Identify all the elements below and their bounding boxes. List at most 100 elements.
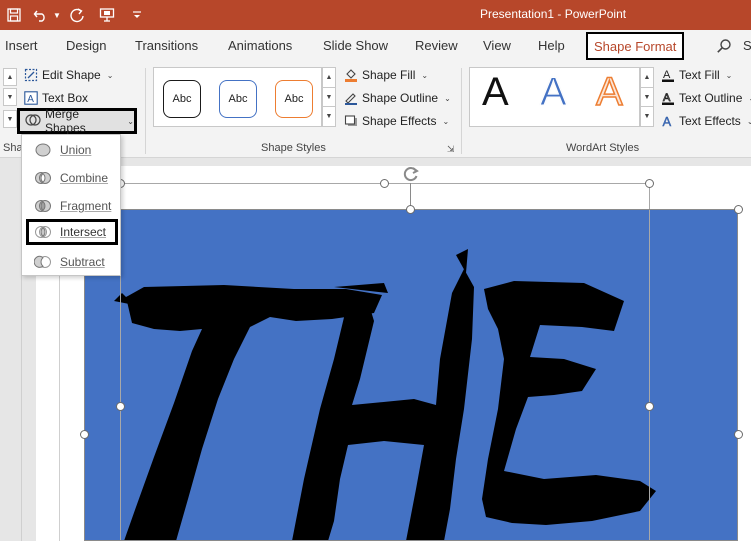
rotate-handle-icon[interactable] (401, 164, 421, 187)
merge-shapes-label: Merge Shapes (45, 107, 86, 135)
present-icon[interactable] (98, 5, 116, 25)
tab-insert[interactable]: Insert (5, 38, 38, 53)
menu-item-combine[interactable]: Combine (26, 165, 118, 191)
wordart-more[interactable]: ▼ (641, 107, 653, 126)
undo-icon[interactable] (32, 5, 50, 25)
paint-bucket-icon (344, 68, 358, 82)
edit-shape-button[interactable]: Edit Shape ⌄ (24, 68, 113, 82)
subtract-icon (34, 255, 51, 268)
tab-shape-format[interactable]: Shape Format (586, 32, 685, 60)
shape-effects-label: Shape Effects (362, 114, 437, 128)
chevron-down-icon: ⌄ (421, 70, 429, 80)
resize-handle-e[interactable] (645, 402, 654, 411)
resize-handle-w[interactable] (116, 402, 125, 411)
wordart-scroll-up[interactable]: ▲ (641, 68, 653, 88)
wordart-style-3[interactable]: A (595, 71, 623, 113)
shape-fill-label: Shape Fill (362, 68, 416, 82)
text-effects-button[interactable]: A Text Effects ⌄ (661, 114, 751, 128)
tab-animations[interactable]: Animations (228, 38, 292, 53)
svg-text:A: A (663, 69, 671, 81)
intersect-icon (35, 226, 51, 238)
edit-shape-icon (24, 68, 38, 82)
text-effects-label: Text Effects (679, 114, 741, 128)
insert-shapes-group-label: Sha (3, 142, 23, 154)
text-outline-button[interactable]: A Text Outline ⌄ (661, 91, 751, 105)
shape-fill-button[interactable]: Shape Fill ⌄ (344, 68, 428, 82)
text-outline-icon: A (661, 91, 675, 105)
shape-style-swatch-3[interactable]: Abc (275, 80, 313, 118)
union-icon (35, 143, 51, 157)
shape-style-swatch-2[interactable]: Abc (219, 80, 257, 118)
shape-styles-scroll-down[interactable]: ▼ (323, 88, 335, 108)
shape-styles-group-label: Shape Styles (261, 142, 326, 154)
shape-styles-scroll-up[interactable]: ▲ (323, 68, 335, 88)
tab-view[interactable]: View (483, 38, 511, 53)
shape-effects-icon (344, 114, 358, 128)
shape-effects-button[interactable]: Shape Effects ⌄ (344, 114, 449, 128)
tab-review[interactable]: Review (415, 38, 458, 53)
text-outline-label: Text Outline (679, 91, 743, 105)
shapes-gallery-more[interactable]: ▼ (3, 110, 17, 128)
wordart-styles-group-label: WordArt Styles (566, 142, 640, 154)
dialog-launcher-icon[interactable]: ⇲ (447, 144, 455, 155)
text-fill-button[interactable]: A Text Fill ⌄ (661, 68, 732, 82)
menu-item-intersect[interactable]: Intersect (26, 219, 118, 245)
merge-shapes-menu: Union Combine Fragment Intersect Subtrac… (21, 134, 121, 276)
wordart-styles-gallery: A A A (469, 67, 640, 127)
window-title: Presentation1 - PowerPoint (480, 7, 627, 21)
chevron-down-icon: ⌄ (127, 116, 134, 126)
resize-handle-n-image[interactable] (406, 205, 415, 214)
text-fill-label: Text Fill (679, 68, 720, 82)
customize-qat-icon[interactable] (130, 5, 144, 25)
image-selection-box (84, 209, 738, 541)
text-fill-icon: A (661, 68, 675, 82)
svg-text:A: A (27, 94, 34, 105)
resize-handle-w-image[interactable] (80, 430, 89, 439)
search-icon[interactable] (716, 38, 732, 57)
text-effects-icon: A (661, 114, 675, 128)
resize-handle-ne[interactable] (645, 179, 654, 188)
combine-icon (35, 172, 51, 184)
shape-styles-gallery-scroll: ▲ ▼ ▼ (322, 67, 336, 127)
menu-item-subtract[interactable]: Subtract (26, 249, 118, 275)
wordart-scroll-down[interactable]: ▼ (641, 88, 653, 108)
group-separator (145, 68, 146, 154)
tab-slide-show[interactable]: Slide Show (323, 38, 388, 53)
tab-design[interactable]: Design (66, 38, 106, 53)
text-box-icon: A (24, 91, 38, 105)
svg-text:A: A (663, 114, 672, 128)
menu-item-union[interactable]: Union (26, 137, 118, 163)
merge-shapes-icon (25, 113, 41, 130)
tab-transitions[interactable]: Transitions (135, 38, 198, 53)
edit-shape-label: Edit Shape (42, 68, 101, 82)
fragment-icon (35, 200, 51, 212)
tab-overflow[interactable]: S (743, 38, 751, 53)
text-box-button[interactable]: A Text Box (24, 91, 88, 105)
text-box-label: Text Box (42, 91, 89, 105)
pencil-icon (344, 91, 358, 105)
thumbnail-pane[interactable] (0, 158, 22, 541)
group-separator (461, 68, 462, 154)
shapes-gallery-scroll-up[interactable]: ▲ (3, 68, 17, 86)
save-icon[interactable] (6, 5, 22, 25)
svg-text:A: A (663, 92, 671, 104)
menu-item-fragment[interactable]: Fragment (26, 193, 118, 219)
undo-dropdown-icon[interactable]: ▼ (52, 5, 62, 25)
shape-styles-more[interactable]: ▼ (323, 107, 335, 126)
wordart-style-1[interactable]: A (482, 72, 509, 112)
chevron-down-icon: ⌄ (444, 93, 451, 103)
redo-icon[interactable] (68, 5, 86, 25)
tab-help[interactable]: Help (538, 38, 565, 53)
shape-styles-gallery: Abc Abc Abc (153, 67, 322, 127)
shapes-gallery-scroll-down[interactable]: ▼ (3, 88, 17, 106)
chevron-down-icon: ⌄ (106, 70, 114, 80)
chevron-down-icon: ⌄ (725, 70, 733, 80)
shape-style-swatch-1[interactable]: Abc (163, 80, 201, 118)
shape-outline-button[interactable]: Shape Outline ⌄ (344, 91, 451, 105)
resize-handle-e-image[interactable] (734, 430, 743, 439)
resize-handle-n[interactable] (380, 179, 389, 188)
wordart-gallery-scroll: ▲ ▼ ▼ (640, 67, 654, 127)
wordart-style-2[interactable]: A (540, 72, 568, 113)
resize-handle-ne-image[interactable] (734, 205, 743, 214)
merge-shapes-button[interactable]: Merge Shapes ⌄ (17, 107, 137, 135)
